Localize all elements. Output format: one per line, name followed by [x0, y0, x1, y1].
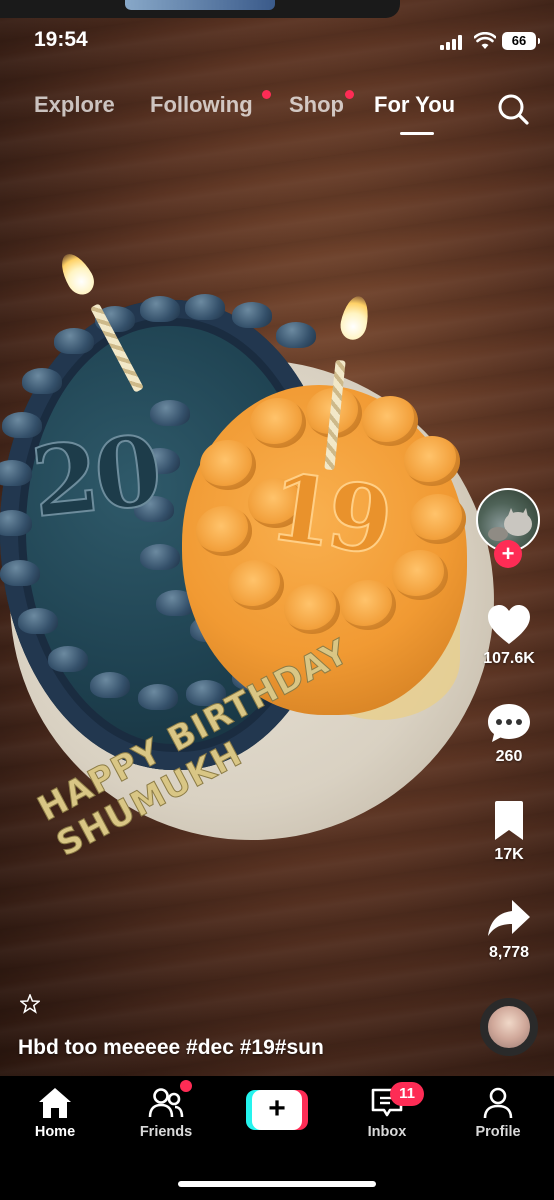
friends-icon: [148, 1088, 184, 1118]
comment-icon: [488, 704, 530, 742]
battery-icon: 66: [502, 32, 540, 50]
tab-following[interactable]: Following: [150, 92, 253, 118]
frosting-shell: [276, 322, 316, 348]
heart-icon: [488, 605, 530, 644]
frosting-shell: [0, 560, 40, 586]
tab-friends-label: Friends: [139, 1124, 193, 1140]
star-outline-icon: [20, 994, 40, 1014]
rosette: [404, 436, 460, 486]
following-notification-dot: [262, 90, 271, 99]
video-caption[interactable]: Hbd too meeeee #dec #19#sun: [18, 1036, 324, 1060]
wifi-icon: [474, 32, 496, 49]
frosting-shell: [54, 328, 94, 354]
plus-icon: +: [252, 1090, 302, 1130]
rosette: [284, 584, 340, 634]
profile-icon: [483, 1087, 513, 1119]
tab-for-you[interactable]: For You: [374, 92, 455, 118]
share-button[interactable]: 8,778: [470, 898, 548, 962]
bookmark-icon: [495, 801, 523, 840]
frosting-shell: [140, 296, 180, 322]
rosette: [228, 560, 284, 610]
rosette: [250, 398, 306, 448]
cake-number-right: 19: [262, 451, 394, 576]
friends-notification-dot: [180, 1080, 192, 1092]
status-time: 19:54: [34, 28, 88, 51]
frosting-shell: [232, 302, 272, 328]
frosting-shell: [22, 368, 62, 394]
comment-button[interactable]: 260: [470, 702, 548, 766]
flame-right: [337, 293, 373, 343]
active-tab-indicator: [400, 132, 434, 135]
home-indicator: [178, 1181, 376, 1187]
inbox-badge: 11: [390, 1082, 424, 1106]
frosting-shell: [140, 544, 180, 570]
frosting-shell: [0, 510, 32, 536]
create-button[interactable]: +: [246, 1090, 308, 1130]
tab-profile[interactable]: Profile: [448, 1086, 548, 1140]
search-icon[interactable]: [496, 92, 530, 126]
tab-shop[interactable]: Shop: [289, 92, 344, 118]
follow-button[interactable]: +: [494, 540, 522, 568]
share-count: 8,778: [488, 944, 530, 961]
frosting-shell: [185, 294, 225, 320]
frosting-shell: [90, 672, 130, 698]
tab-friends[interactable]: Friends: [116, 1086, 216, 1140]
tab-home-label: Home: [34, 1124, 76, 1140]
tab-explore[interactable]: Explore: [34, 92, 115, 118]
like-button[interactable]: 107.6K: [470, 604, 548, 668]
tab-profile-label: Profile: [475, 1124, 521, 1140]
home-icon: [39, 1088, 71, 1118]
rosette: [196, 506, 252, 556]
top-nav: Explore Following Shop For You: [0, 88, 554, 138]
frosting-shell: [48, 646, 88, 672]
like-count: 107.6K: [483, 650, 535, 667]
video-device-edge: [0, 0, 400, 18]
cake-number-left: 20: [25, 413, 164, 541]
rosette: [362, 396, 418, 446]
tab-home[interactable]: Home: [5, 1086, 105, 1140]
tab-inbox-label: Inbox: [367, 1124, 407, 1140]
frosting-shell: [150, 400, 190, 426]
frosting-shell: [0, 460, 32, 486]
share-arrow-icon: [488, 900, 530, 936]
bookmark-button[interactable]: 17K: [470, 800, 548, 864]
rosette: [200, 440, 256, 490]
rosette: [410, 494, 466, 544]
cellular-signal-icon: [440, 34, 466, 50]
frosting-shell: [138, 684, 178, 710]
bookmark-count: 17K: [494, 846, 524, 863]
flame-left: [54, 248, 100, 300]
frosting-shell: [18, 608, 58, 634]
music-disc[interactable]: [480, 998, 538, 1056]
comment-count: 260: [495, 748, 523, 765]
shop-notification-dot: [345, 90, 354, 99]
status-bar: 19:54 66: [0, 26, 554, 56]
